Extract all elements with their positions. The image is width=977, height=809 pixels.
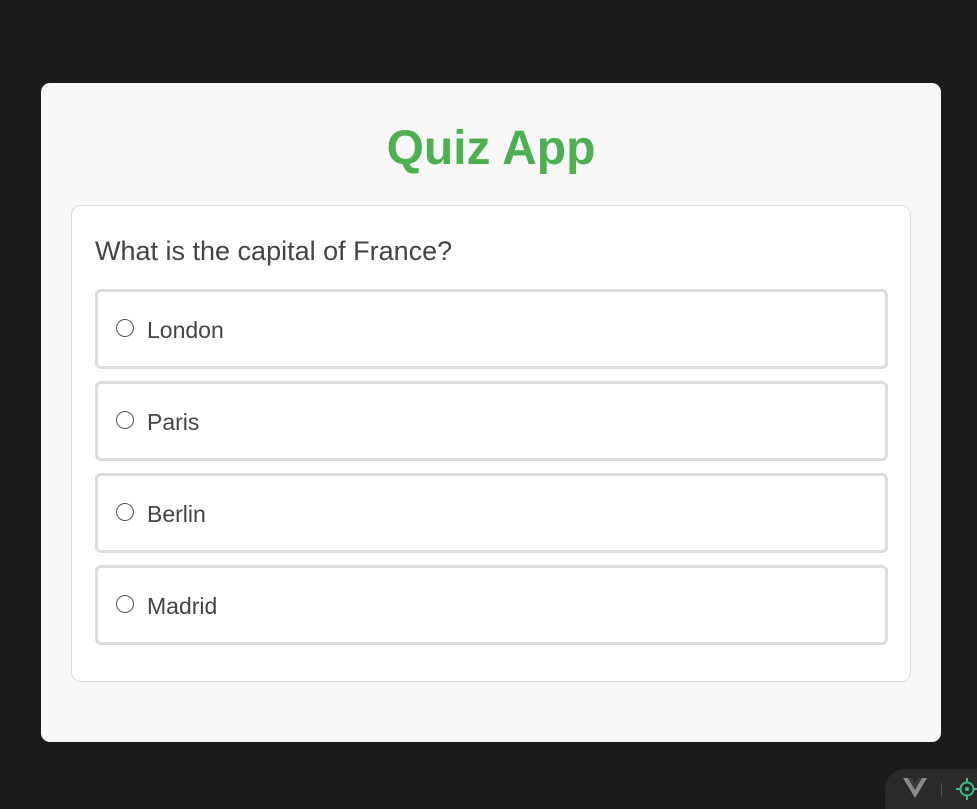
radio-button-icon[interactable] — [116, 595, 134, 613]
option-berlin[interactable]: Berlin — [95, 473, 888, 553]
option-label: Berlin — [147, 501, 206, 527]
option-label: London — [147, 317, 224, 343]
options-list: London Paris Berlin Madrid — [95, 289, 888, 657]
question-text: What is the capital of France? — [95, 236, 453, 266]
option-label: Paris — [147, 409, 200, 435]
question-card: What is the capital of France? London Pa… — [71, 205, 911, 682]
vue-logo-icon[interactable] — [903, 778, 927, 798]
option-madrid[interactable]: Madrid — [95, 565, 888, 645]
radio-button-icon[interactable] — [116, 503, 134, 521]
toolbar-divider — [941, 783, 942, 797]
quiz-app-card: Quiz App What is the capital of France? … — [41, 83, 941, 742]
option-label: Madrid — [147, 593, 218, 619]
app-title: Quiz App — [386, 122, 596, 175]
radio-button-icon[interactable] — [116, 319, 134, 337]
devtools-toolbar[interactable] — [885, 769, 977, 809]
radio-button-icon[interactable] — [116, 411, 134, 429]
option-london[interactable]: London — [95, 289, 888, 369]
crosshair-target-icon[interactable] — [955, 777, 977, 801]
option-paris[interactable]: Paris — [95, 381, 888, 461]
